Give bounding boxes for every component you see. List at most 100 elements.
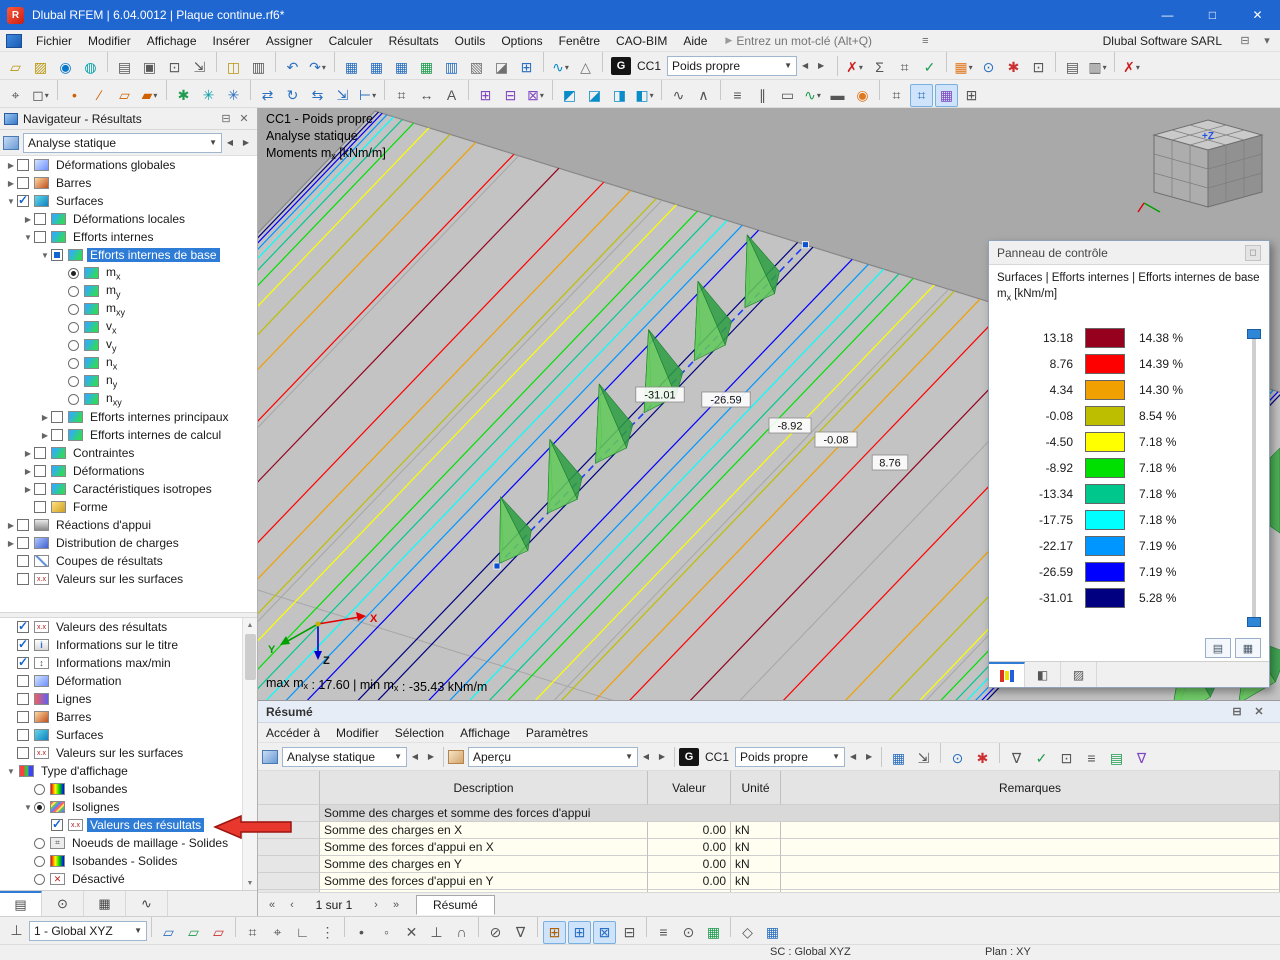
select-pointer-icon[interactable]: ⌖	[4, 84, 27, 107]
summary-analysis-next[interactable]: ▶	[423, 747, 439, 767]
cell-remark[interactable]	[781, 856, 1280, 873]
summary-close-icon[interactable]: ✕	[1250, 703, 1268, 721]
cell-unit[interactable]: kN	[731, 873, 781, 890]
sum-values-icon[interactable]: ✱	[971, 747, 994, 770]
loadcase-prev-button[interactable]: ◀	[797, 56, 813, 76]
object-snap-4-icon[interactable]: ⊟	[618, 921, 641, 944]
section-line-icon[interactable]: ◪	[583, 84, 606, 107]
summary-view-prev[interactable]: ◀	[638, 747, 654, 767]
calculate-all-icon[interactable]: Σ	[868, 56, 891, 79]
new-line-icon[interactable]: ∕	[88, 84, 111, 107]
tree-radio[interactable]	[34, 855, 45, 867]
tree-item[interactable]: ▶ Caractéristiques isotropes	[0, 480, 257, 498]
visibility-icon[interactable]: ⊙	[677, 921, 700, 944]
tree-checkbox[interactable]	[34, 483, 46, 495]
tree-item[interactable]: Surfaces	[0, 726, 257, 744]
cell-description[interactable]: Somme des forces d'appui en X	[320, 839, 648, 856]
display-properties-icon[interactable]: ▤	[1061, 56, 1084, 79]
panel-pin-icon[interactable]: ◻	[1245, 244, 1261, 261]
summary-view-combo[interactable]: Aperçu ▼	[468, 746, 638, 767]
tree-radio[interactable]	[68, 375, 79, 387]
tree-item[interactable]: ▶ Contraintes	[0, 444, 257, 462]
tree-item[interactable]: i Informations sur le titre	[0, 636, 257, 654]
cell-unit[interactable]: kN	[731, 856, 781, 873]
summary-view-next[interactable]: ▶	[654, 747, 670, 767]
redo-icon[interactable]: ↷ ▾	[306, 56, 329, 79]
menu-item-outils[interactable]: Outils	[447, 30, 494, 52]
background-layers-icon[interactable]: ◪	[490, 56, 513, 79]
snap-grid-a-icon[interactable]: ⌗	[885, 84, 908, 107]
tree-item[interactable]: ▶ Efforts internes de calcul	[0, 426, 257, 444]
menubar-app-icon[interactable]	[6, 33, 22, 48]
tree-item[interactable]: ⌗ Noeuds de maillage - Solides	[0, 834, 257, 852]
cell-remark[interactable]	[781, 822, 1280, 839]
dock-icon[interactable]: ⊟	[1236, 32, 1254, 50]
cell-description[interactable]: Somme des forces d'appui en Y	[320, 873, 648, 890]
next-page-button[interactable]: ›	[366, 895, 386, 915]
snap-grid-b-icon[interactable]: ⌗	[910, 84, 933, 107]
scale-color-swatch[interactable]	[1085, 380, 1125, 400]
expander-icon[interactable]: ▶	[22, 449, 34, 458]
tree-checkbox[interactable]	[17, 675, 29, 687]
table-group-row[interactable]: Somme des charges et somme des forces d'…	[320, 805, 1280, 822]
tree-checkbox[interactable]	[51, 249, 63, 261]
save-icon[interactable]: ▣	[138, 56, 161, 79]
navigator-tab-views[interactable]: ▦	[84, 891, 126, 916]
tree-checkbox[interactable]	[51, 429, 63, 441]
tree-checkbox[interactable]	[17, 573, 29, 585]
tree-item[interactable]: ▼ Surfaces	[0, 192, 257, 210]
tree-radio[interactable]	[34, 837, 45, 849]
tree-item[interactable]: x.x Valeurs des résultats	[0, 618, 257, 636]
navigator-tab-data[interactable]: ▤	[0, 891, 42, 916]
tree-item[interactable]: Barres	[0, 708, 257, 726]
summary-analysis-prev[interactable]: ◀	[407, 747, 423, 767]
cell-value[interactable]: 0.00	[648, 822, 731, 839]
tree-item[interactable]: my	[0, 282, 257, 300]
summary-loadcase-prev[interactable]: ◀	[845, 747, 861, 767]
menu-item-insérer[interactable]: Insérer	[205, 30, 258, 52]
tree-radio[interactable]	[68, 393, 79, 405]
sum-close-icon[interactable]: ∇	[1130, 747, 1153, 770]
tree-checkbox[interactable]	[51, 411, 63, 423]
sum-table-icon[interactable]: ▦	[887, 747, 910, 770]
expander-icon[interactable]: ▶	[5, 161, 17, 170]
tree-item[interactable]: ▶ Déformations globales	[0, 156, 257, 174]
scale-color-swatch[interactable]	[1085, 588, 1125, 608]
annotations-icon[interactable]: A	[440, 84, 463, 107]
first-page-button[interactable]: «	[262, 895, 282, 915]
loadcase-next-button[interactable]: ▶	[813, 56, 829, 76]
menu-item-aide[interactable]: Aide	[675, 30, 715, 52]
navigator-close-icon[interactable]: ✕	[235, 110, 253, 128]
grid-toggle-icon[interactable]: ⌗	[241, 921, 264, 944]
menu-item-cao-bim[interactable]: CAO-BIM	[608, 30, 675, 52]
close-button[interactable]: ✕	[1235, 0, 1280, 30]
expander-icon[interactable]: ▶	[39, 431, 51, 440]
expander-icon[interactable]: ▶	[22, 485, 34, 494]
tree-item[interactable]: ▼ Efforts internes	[0, 228, 257, 246]
tree-checkbox[interactable]	[51, 817, 63, 831]
tree-item[interactable]: Forme	[0, 498, 257, 516]
tree-item[interactable]: ▼ Efforts internes de base	[0, 246, 257, 264]
tree-item[interactable]: ▼ Isolignes	[0, 798, 257, 816]
tree-radio[interactable]	[68, 339, 79, 351]
ortho-mode-icon[interactable]: ∟	[291, 921, 314, 944]
selection-filter-icon[interactable]: ∇	[509, 921, 532, 944]
scroll-thumb[interactable]	[244, 634, 256, 680]
scale-color-swatch[interactable]	[1085, 354, 1125, 374]
scale-color-swatch[interactable]	[1085, 406, 1125, 426]
menu-item-assigner[interactable]: Assigner	[258, 30, 321, 52]
delete-results-icon[interactable]: ✗ ▾	[843, 56, 866, 79]
summary-sheet-tab[interactable]: Résumé	[416, 894, 495, 915]
tree-item[interactable]: ▶ Déformations locales	[0, 210, 257, 228]
tree-item[interactable]: ▶ Déformations	[0, 462, 257, 480]
move-copy-icon[interactable]: ⇄	[256, 84, 279, 107]
paste-icon[interactable]: ▥	[247, 56, 270, 79]
trim-extend-icon[interactable]: ⊢ ▾	[356, 84, 379, 107]
tree-checkbox[interactable]	[34, 501, 46, 513]
analysis-next-button[interactable]: ▶	[238, 133, 254, 153]
dimensions-icon[interactable]: ↔	[415, 84, 438, 107]
expander-icon[interactable]: ▶	[22, 215, 34, 224]
tree-item[interactable]: vy	[0, 336, 257, 354]
cell-unit[interactable]: kN	[731, 822, 781, 839]
sum-search-icon[interactable]: ⊙	[946, 747, 969, 770]
